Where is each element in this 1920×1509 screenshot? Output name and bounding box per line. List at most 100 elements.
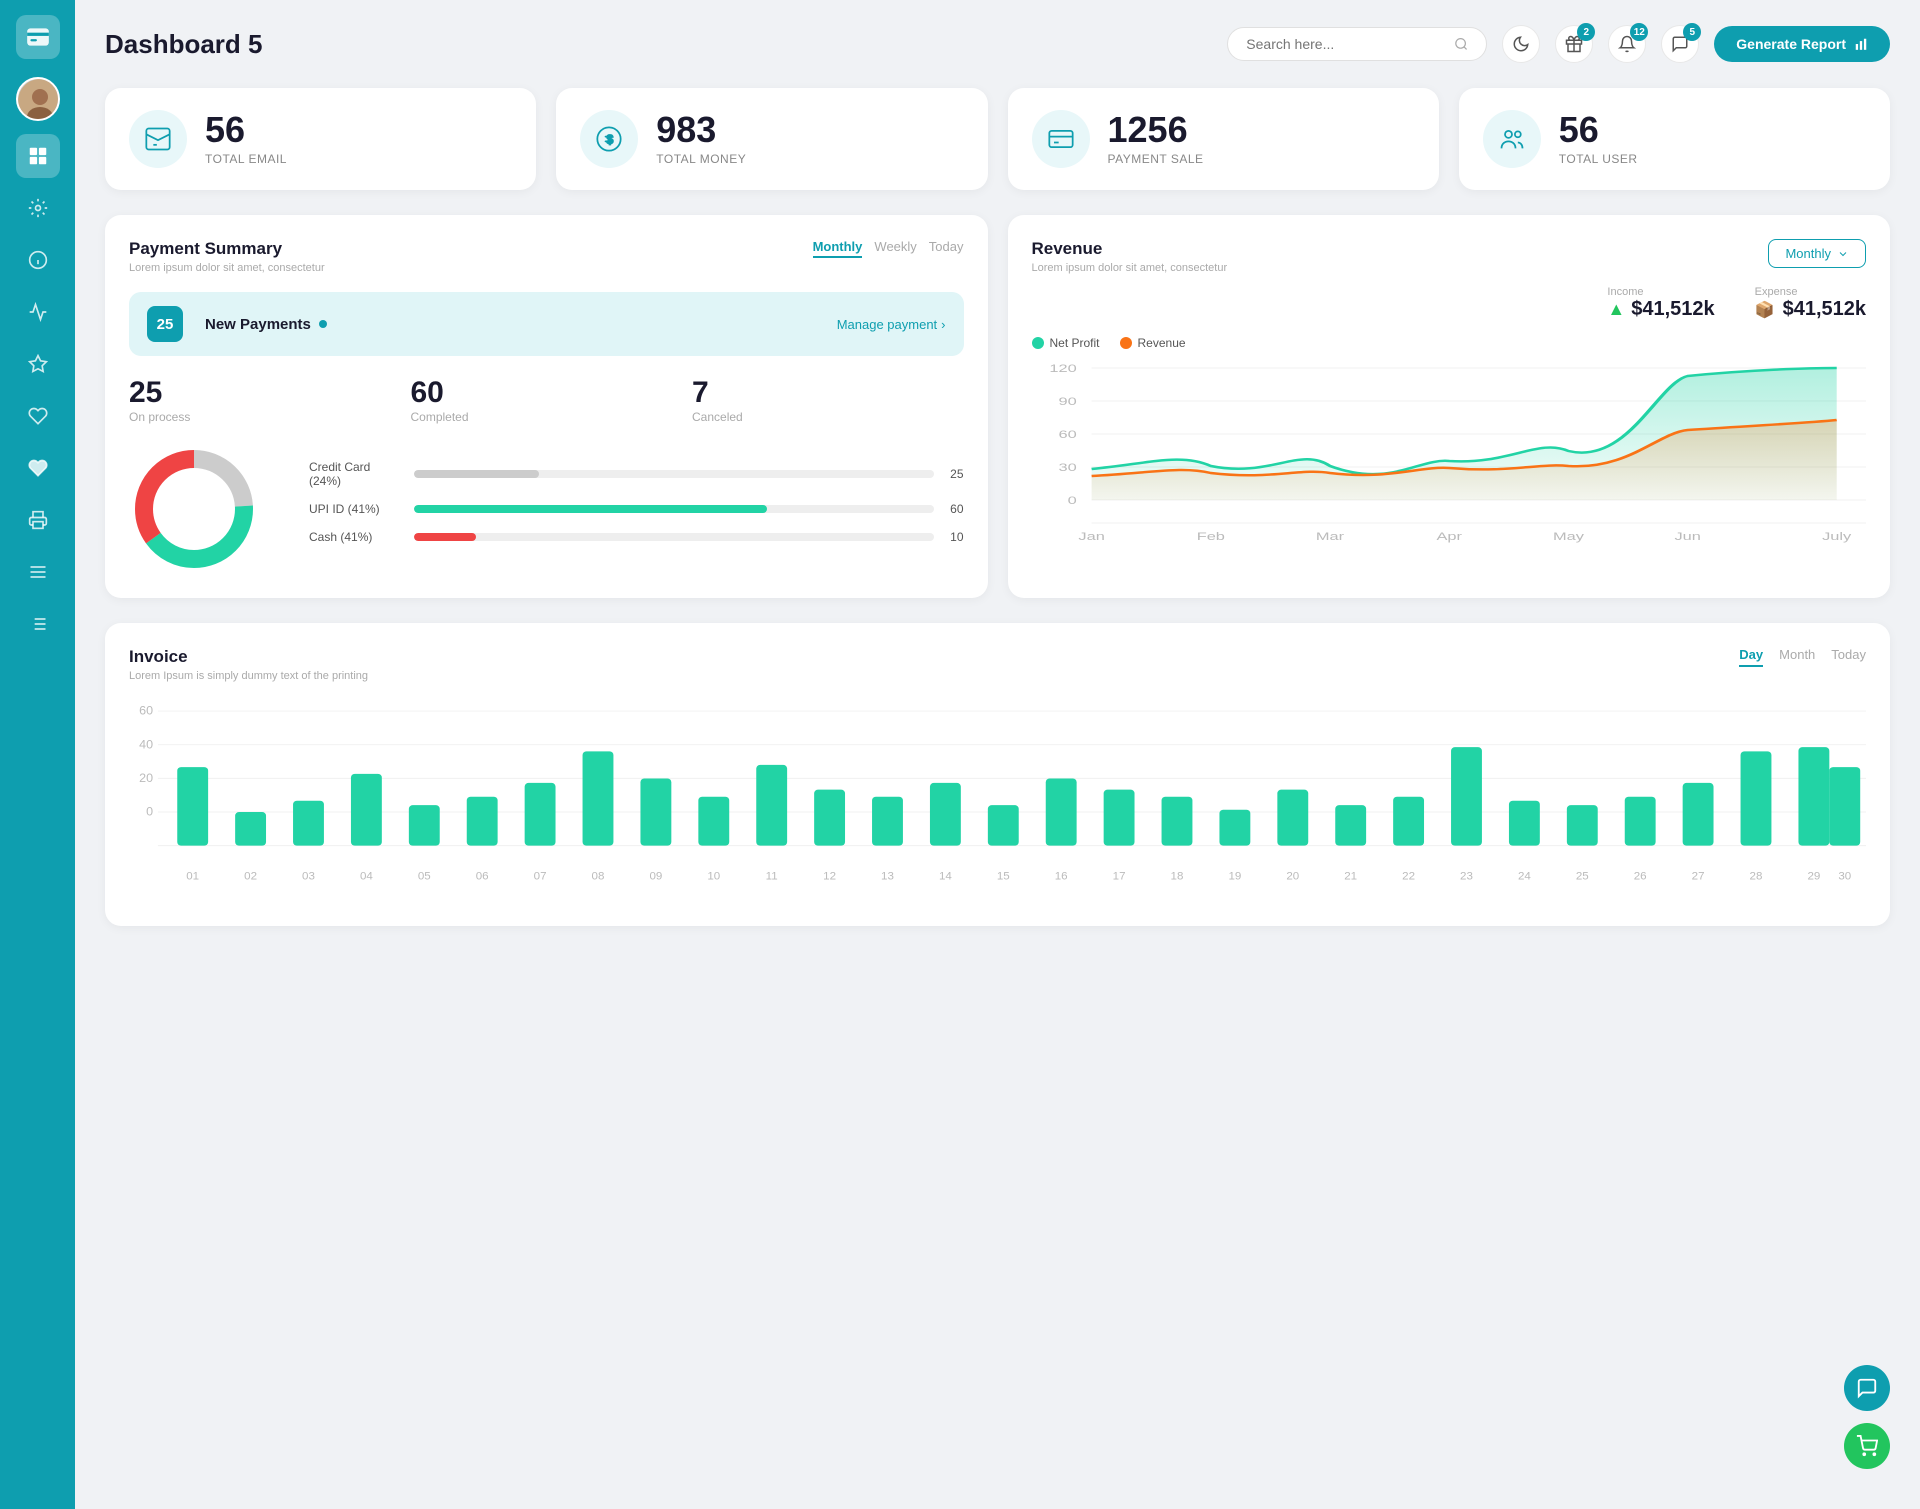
sidebar-item-analytics[interactable] <box>16 290 60 334</box>
tab-weekly[interactable]: Weekly <box>874 239 916 258</box>
sidebar-item-star[interactable] <box>16 342 60 386</box>
progress-val-2: 10 <box>944 530 964 544</box>
progress-label-0: Credit Card (24%) <box>309 460 404 488</box>
sidebar-item-list[interactable] <box>16 602 60 646</box>
legend-label-net-profit: Net Profit <box>1050 336 1100 350</box>
svg-text:90: 90 <box>1058 395 1076 408</box>
sidebar-item-heart-outline[interactable] <box>16 394 60 438</box>
svg-text:60: 60 <box>1058 428 1076 441</box>
sidebar-item-print[interactable] <box>16 498 60 542</box>
payment-summary-title-group: Payment Summary Lorem ipsum dolor sit am… <box>129 239 325 274</box>
income-up-icon: ▲ <box>1607 299 1625 320</box>
progress-item-2: Cash (41%) 10 <box>309 530 964 544</box>
tab-monthly[interactable]: Monthly <box>813 239 863 258</box>
progress-list: Credit Card (24%) 25 UPI ID (41%) 60 <box>309 460 964 558</box>
svg-text:17: 17 <box>1113 871 1126 883</box>
bar-08 <box>583 751 614 845</box>
bar-20 <box>1277 790 1308 846</box>
user-value: 56 <box>1559 112 1638 148</box>
bar-01 <box>177 767 208 846</box>
invoice-bar-chart: 60 40 20 0 01 02 03 04 <box>129 702 1866 902</box>
progress-bar-2 <box>414 533 476 541</box>
bar-30 <box>1829 767 1860 846</box>
svg-text:29: 29 <box>1807 871 1820 883</box>
chart-bar-icon <box>1854 37 1868 51</box>
bell-btn[interactable]: 12 <box>1608 25 1646 63</box>
avatar[interactable] <box>16 77 60 121</box>
new-payments-label: New Payments <box>205 316 327 333</box>
svg-text:03: 03 <box>302 871 315 883</box>
moon-icon <box>1512 35 1530 53</box>
payment-summary-header: Payment Summary Lorem ipsum dolor sit am… <box>129 239 964 274</box>
completed-label: Completed <box>411 410 683 424</box>
notifications-count: 2 <box>1577 23 1595 41</box>
payment-summary-tabs: Monthly Weekly Today <box>813 239 964 258</box>
expense-value: $41,512k <box>1783 298 1866 321</box>
canceled-label: Canceled <box>692 410 964 424</box>
svg-text:01: 01 <box>186 871 199 883</box>
svg-text:18: 18 <box>1171 871 1184 883</box>
sidebar <box>0 0 75 1509</box>
invoice-tab-month[interactable]: Month <box>1779 647 1815 667</box>
expense-box-icon: 📦 <box>1755 300 1775 320</box>
bar-29 <box>1798 747 1829 845</box>
revenue-chart-svg: 120 90 60 30 0 <box>1032 358 1867 558</box>
progress-label-2: Cash (41%) <box>309 530 404 544</box>
sidebar-logo[interactable] <box>16 15 60 59</box>
legend-dot-net-profit <box>1032 337 1044 349</box>
tab-today[interactable]: Today <box>929 239 964 258</box>
sidebar-item-heart-filled[interactable] <box>16 446 60 490</box>
money-icon: $ <box>580 110 638 168</box>
sidebar-item-menu[interactable] <box>16 550 60 594</box>
support-fab[interactable] <box>1844 1365 1890 1411</box>
canceled-value: 7 <box>692 376 964 410</box>
sidebar-item-settings[interactable] <box>16 186 60 230</box>
progress-bar-1 <box>414 505 767 513</box>
svg-text:08: 08 <box>592 871 605 883</box>
cart-fab[interactable] <box>1844 1423 1890 1469</box>
revenue-chart: 120 90 60 30 0 <box>1032 358 1867 558</box>
svg-text:10: 10 <box>707 871 720 883</box>
bar-15 <box>988 805 1019 845</box>
new-payments-dot <box>319 320 327 328</box>
header-right: 2 12 5 Generate Report <box>1227 25 1890 63</box>
chevron-down-icon <box>1837 248 1849 260</box>
svg-text:04: 04 <box>360 871 373 883</box>
header: Dashboard 5 <box>105 25 1890 63</box>
bar-13 <box>872 797 903 846</box>
invoice-tab-today[interactable]: Today <box>1831 647 1866 667</box>
svg-text:02: 02 <box>244 871 257 883</box>
income-expense-container: Income ▲ $41,512k Expense 📦 $41,512k <box>1032 286 1867 336</box>
svg-text:28: 28 <box>1750 871 1763 883</box>
revenue-monthly-btn[interactable]: Monthly <box>1768 239 1866 268</box>
revenue-title: Revenue <box>1032 239 1228 259</box>
notifications-btn[interactable]: 2 <box>1555 25 1593 63</box>
bar-10 <box>698 797 729 846</box>
sidebar-item-dashboard[interactable] <box>16 134 60 178</box>
payment-bottom: Credit Card (24%) 25 UPI ID (41%) 60 <box>129 444 964 574</box>
search-box[interactable] <box>1227 27 1487 61</box>
payment-label: PAYMENT SALE <box>1108 152 1204 166</box>
svg-text:07: 07 <box>534 871 547 883</box>
svg-text:20: 20 <box>139 771 153 785</box>
revenue-legend: Net Profit Revenue <box>1032 336 1867 350</box>
bar-09 <box>640 778 671 845</box>
payment-summary-title: Payment Summary <box>129 239 325 259</box>
svg-text:15: 15 <box>997 871 1010 883</box>
manage-payment-link[interactable]: Manage payment › <box>837 317 946 332</box>
invoice-tab-day[interactable]: Day <box>1739 647 1763 667</box>
invoice-title: Invoice <box>129 647 368 667</box>
svg-text:24: 24 <box>1518 871 1531 883</box>
bell-count: 12 <box>1630 23 1648 41</box>
svg-text:05: 05 <box>418 871 431 883</box>
bar-02 <box>235 812 266 846</box>
message-count: 5 <box>1683 23 1701 41</box>
sidebar-item-info[interactable] <box>16 238 60 282</box>
legend-label-revenue: Revenue <box>1138 336 1186 350</box>
svg-text:11: 11 <box>766 871 778 883</box>
messages-btn[interactable]: 5 <box>1661 25 1699 63</box>
bar-12 <box>814 790 845 846</box>
generate-report-button[interactable]: Generate Report <box>1714 26 1890 62</box>
search-input[interactable] <box>1246 36 1446 52</box>
dark-mode-toggle[interactable] <box>1502 25 1540 63</box>
